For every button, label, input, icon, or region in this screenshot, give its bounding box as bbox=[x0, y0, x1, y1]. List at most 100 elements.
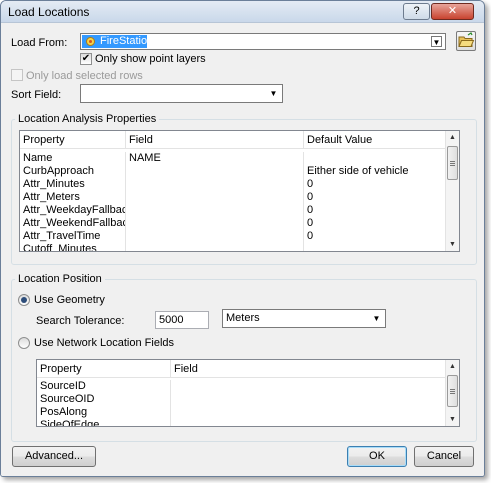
default-value-cell[interactable]: 0 bbox=[304, 178, 446, 191]
search-tolerance-input[interactable]: 5000 bbox=[155, 311, 209, 329]
cancel-button[interactable]: Cancel bbox=[414, 446, 474, 467]
scroll-down-icon[interactable]: ▼ bbox=[446, 413, 459, 426]
title-bar[interactable]: Load Locations ? ✕ bbox=[1, 1, 484, 23]
advanced-button[interactable]: Advanced... bbox=[12, 446, 96, 467]
scroll-thumb[interactable] bbox=[447, 146, 458, 180]
table-row[interactable]: Attr_Meters 0 bbox=[20, 191, 446, 204]
table-row[interactable]: SideOfEdge bbox=[37, 419, 446, 426]
ok-button[interactable]: OK bbox=[347, 446, 407, 467]
close-button[interactable]: ✕ bbox=[431, 3, 474, 20]
field-cell[interactable] bbox=[126, 178, 304, 191]
chevron-down-icon[interactable]: ▼ bbox=[371, 313, 382, 324]
default-value-cell[interactable]: 0 bbox=[304, 217, 446, 230]
column-header-field[interactable]: Field bbox=[126, 131, 304, 149]
sort-field-label: Sort Field: bbox=[11, 89, 62, 101]
search-tolerance-label: Search Tolerance: bbox=[36, 315, 125, 327]
scroll-down-icon[interactable]: ▼ bbox=[446, 238, 459, 251]
property-cell: CurbApproach bbox=[20, 165, 126, 178]
grid-header: Property Field Default Value bbox=[20, 131, 446, 149]
grip-line bbox=[450, 163, 455, 164]
only-point-layers-checkbox[interactable]: ✔ bbox=[80, 53, 92, 65]
scroll-up-icon[interactable]: ▲ bbox=[446, 131, 459, 144]
grip-line bbox=[450, 389, 455, 390]
field-cell[interactable] bbox=[126, 230, 304, 243]
default-value-cell[interactable]: 0 bbox=[304, 191, 446, 204]
grid-header: Property Field bbox=[37, 360, 446, 378]
property-cell: SourceID bbox=[37, 380, 171, 393]
radio-selected-dot bbox=[21, 297, 27, 303]
property-cell: Attr_Minutes bbox=[20, 178, 126, 191]
sort-field-dropdown[interactable]: ▼ bbox=[80, 84, 283, 103]
location-analysis-title: Location Analysis Properties bbox=[15, 113, 160, 125]
default-value-cell[interactable]: Either side of vehicle bbox=[304, 165, 446, 178]
property-cell: Attr_WeekdayFallback... bbox=[20, 204, 126, 217]
vertical-scrollbar[interactable]: ▲ ▼ bbox=[445, 131, 459, 251]
use-geometry-label: Use Geometry bbox=[34, 294, 105, 306]
window-title: Load Locations bbox=[8, 5, 90, 19]
table-row[interactable]: Attr_WeekendFallback... 0 bbox=[20, 217, 446, 230]
chevron-down-icon[interactable]: ▼ bbox=[268, 88, 279, 99]
field-cell[interactable] bbox=[171, 419, 446, 426]
property-cell: Attr_Meters bbox=[20, 191, 126, 204]
property-cell: SideOfEdge bbox=[37, 419, 171, 426]
load-from-value: FireStations bbox=[100, 35, 159, 47]
table-row[interactable]: PosAlong bbox=[37, 406, 446, 419]
field-cell[interactable]: NAME bbox=[126, 152, 304, 165]
property-cell: Attr_WeekendFallback... bbox=[20, 217, 126, 230]
grip-line bbox=[450, 391, 455, 392]
location-analysis-grid[interactable]: Property Field Default Value Name NAME C… bbox=[19, 130, 460, 252]
table-row[interactable]: SourceID bbox=[37, 380, 446, 393]
field-cell[interactable] bbox=[171, 380, 446, 393]
property-cell: PosAlong bbox=[37, 406, 171, 419]
field-cell[interactable] bbox=[126, 217, 304, 230]
property-cell: SourceOID bbox=[37, 393, 171, 406]
load-from-label: Load From: bbox=[11, 37, 68, 49]
field-cell[interactable] bbox=[126, 204, 304, 217]
property-cell: Cutoff_Minutes bbox=[20, 243, 126, 251]
column-header-property[interactable]: Property bbox=[37, 360, 171, 378]
load-locations-dialog: Load Locations ? ✕ Load From: FireStatio… bbox=[0, 0, 485, 477]
field-cell[interactable] bbox=[171, 406, 446, 419]
default-value-cell[interactable]: 0 bbox=[304, 204, 446, 217]
chevron-down-icon[interactable]: ▼ bbox=[431, 36, 442, 47]
point-layer-icon bbox=[84, 35, 97, 48]
units-value: Meters bbox=[226, 312, 260, 324]
grip-line bbox=[450, 165, 455, 166]
use-geometry-radio[interactable] bbox=[18, 294, 30, 306]
table-row[interactable]: SourceOID bbox=[37, 393, 446, 406]
table-row[interactable]: Name NAME bbox=[20, 152, 446, 165]
property-cell: Attr_TravelTime bbox=[20, 230, 126, 243]
only-selected-rows-label: Only load selected rows bbox=[26, 70, 143, 82]
units-dropdown[interactable]: Meters ▼ bbox=[222, 309, 386, 328]
table-row[interactable]: Attr_TravelTime 0 bbox=[20, 230, 446, 243]
use-network-fields-label: Use Network Location Fields bbox=[34, 337, 175, 349]
table-row[interactable]: Attr_WeekdayFallback... 0 bbox=[20, 204, 446, 217]
property-cell: Name bbox=[20, 152, 126, 165]
use-network-fields-radio[interactable] bbox=[18, 337, 30, 349]
default-value-cell[interactable] bbox=[304, 243, 446, 251]
field-cell[interactable] bbox=[126, 191, 304, 204]
vertical-scrollbar[interactable]: ▲ ▼ bbox=[445, 360, 459, 426]
scroll-up-icon[interactable]: ▲ bbox=[446, 360, 459, 373]
open-folder-icon bbox=[458, 32, 475, 47]
only-point-layers-label: Only show point layers bbox=[95, 53, 206, 65]
default-value-cell[interactable]: 0 bbox=[304, 230, 446, 243]
table-row[interactable]: Attr_Minutes 0 bbox=[20, 178, 446, 191]
field-cell[interactable] bbox=[126, 165, 304, 178]
grip-line bbox=[450, 393, 455, 394]
load-from-dropdown[interactable]: FireStations ▼ bbox=[80, 33, 446, 50]
table-row[interactable]: CurbApproach Either side of vehicle bbox=[20, 165, 446, 178]
table-row[interactable]: Cutoff_Minutes bbox=[20, 243, 446, 251]
field-cell[interactable] bbox=[171, 393, 446, 406]
column-header-default-value[interactable]: Default Value bbox=[304, 131, 446, 149]
browse-layer-button[interactable] bbox=[456, 31, 476, 51]
help-button[interactable]: ? bbox=[403, 3, 430, 20]
scroll-thumb[interactable] bbox=[447, 375, 458, 407]
column-header-field[interactable]: Field bbox=[171, 360, 446, 378]
column-header-property[interactable]: Property bbox=[20, 131, 126, 149]
only-selected-rows-checkbox[interactable] bbox=[11, 69, 23, 81]
network-location-grid[interactable]: Property Field SourceID SourceOID PosAlo… bbox=[36, 359, 460, 427]
grip-line bbox=[450, 161, 455, 162]
default-value-cell[interactable] bbox=[304, 152, 446, 165]
field-cell[interactable] bbox=[126, 243, 304, 251]
